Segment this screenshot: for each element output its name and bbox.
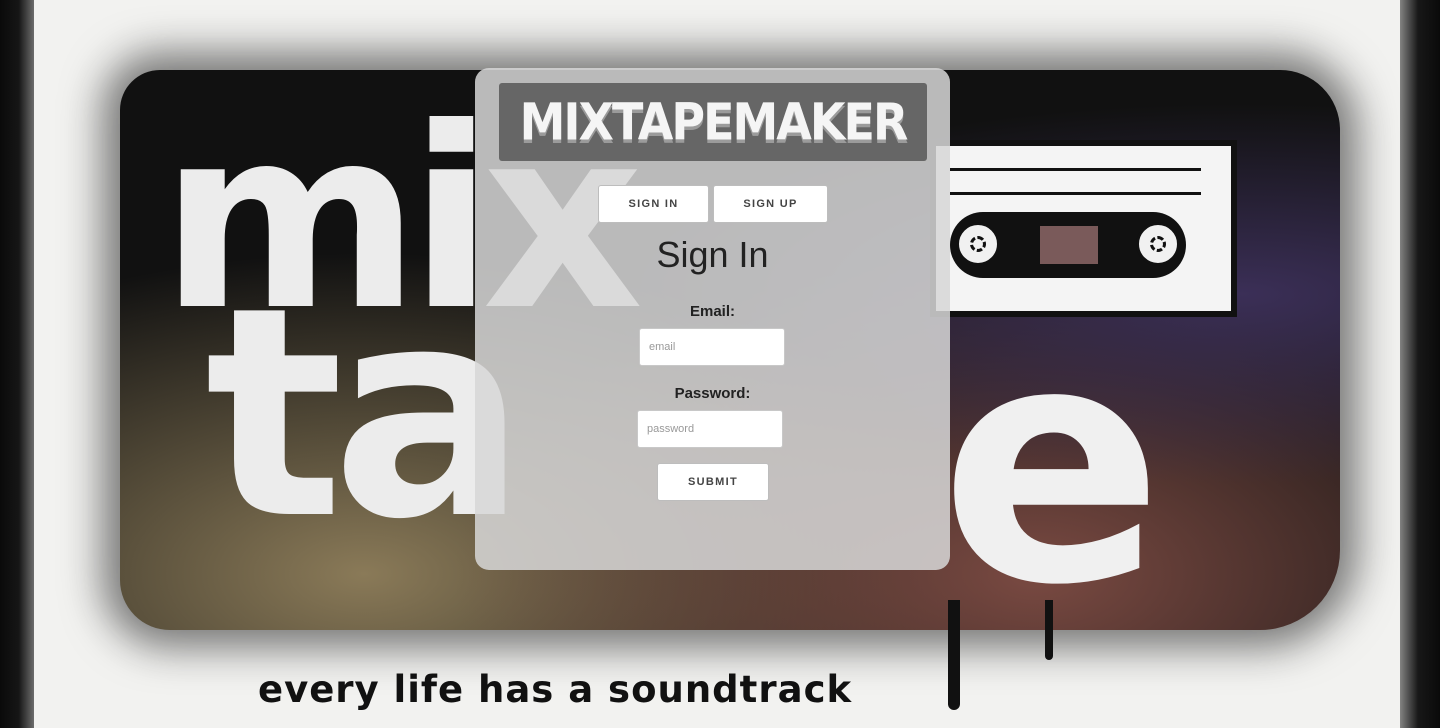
sign-in-panel: MIXTAPEMAKER SIGN IN SIGN UP Sign In Ema… xyxy=(475,68,950,570)
logo-text: MIXTAPEMAKER xyxy=(519,92,909,152)
submit-button[interactable]: SUBMIT xyxy=(657,463,769,501)
password-field[interactable] xyxy=(637,410,783,448)
form-heading: Sign In xyxy=(656,234,769,275)
email-field[interactable] xyxy=(639,328,785,366)
background-edge-left xyxy=(0,0,34,728)
logo: MIXTAPEMAKER xyxy=(499,83,927,161)
sign-in-tab-button[interactable]: SIGN IN xyxy=(598,185,709,223)
auth-tabs: SIGN IN SIGN UP xyxy=(598,185,828,223)
tagline: every life has a soundtrack xyxy=(258,668,853,711)
background-e-letter: e xyxy=(940,273,1164,657)
sign-up-tab-button[interactable]: SIGN UP xyxy=(713,185,828,223)
background-edge-right xyxy=(1400,0,1440,728)
email-label: Email: xyxy=(689,303,735,320)
background-tape-letters: ta xyxy=(205,246,527,583)
password-label: Password: xyxy=(674,385,751,402)
page: mix ta e every life has a soundtrack MIX… xyxy=(0,0,1440,728)
